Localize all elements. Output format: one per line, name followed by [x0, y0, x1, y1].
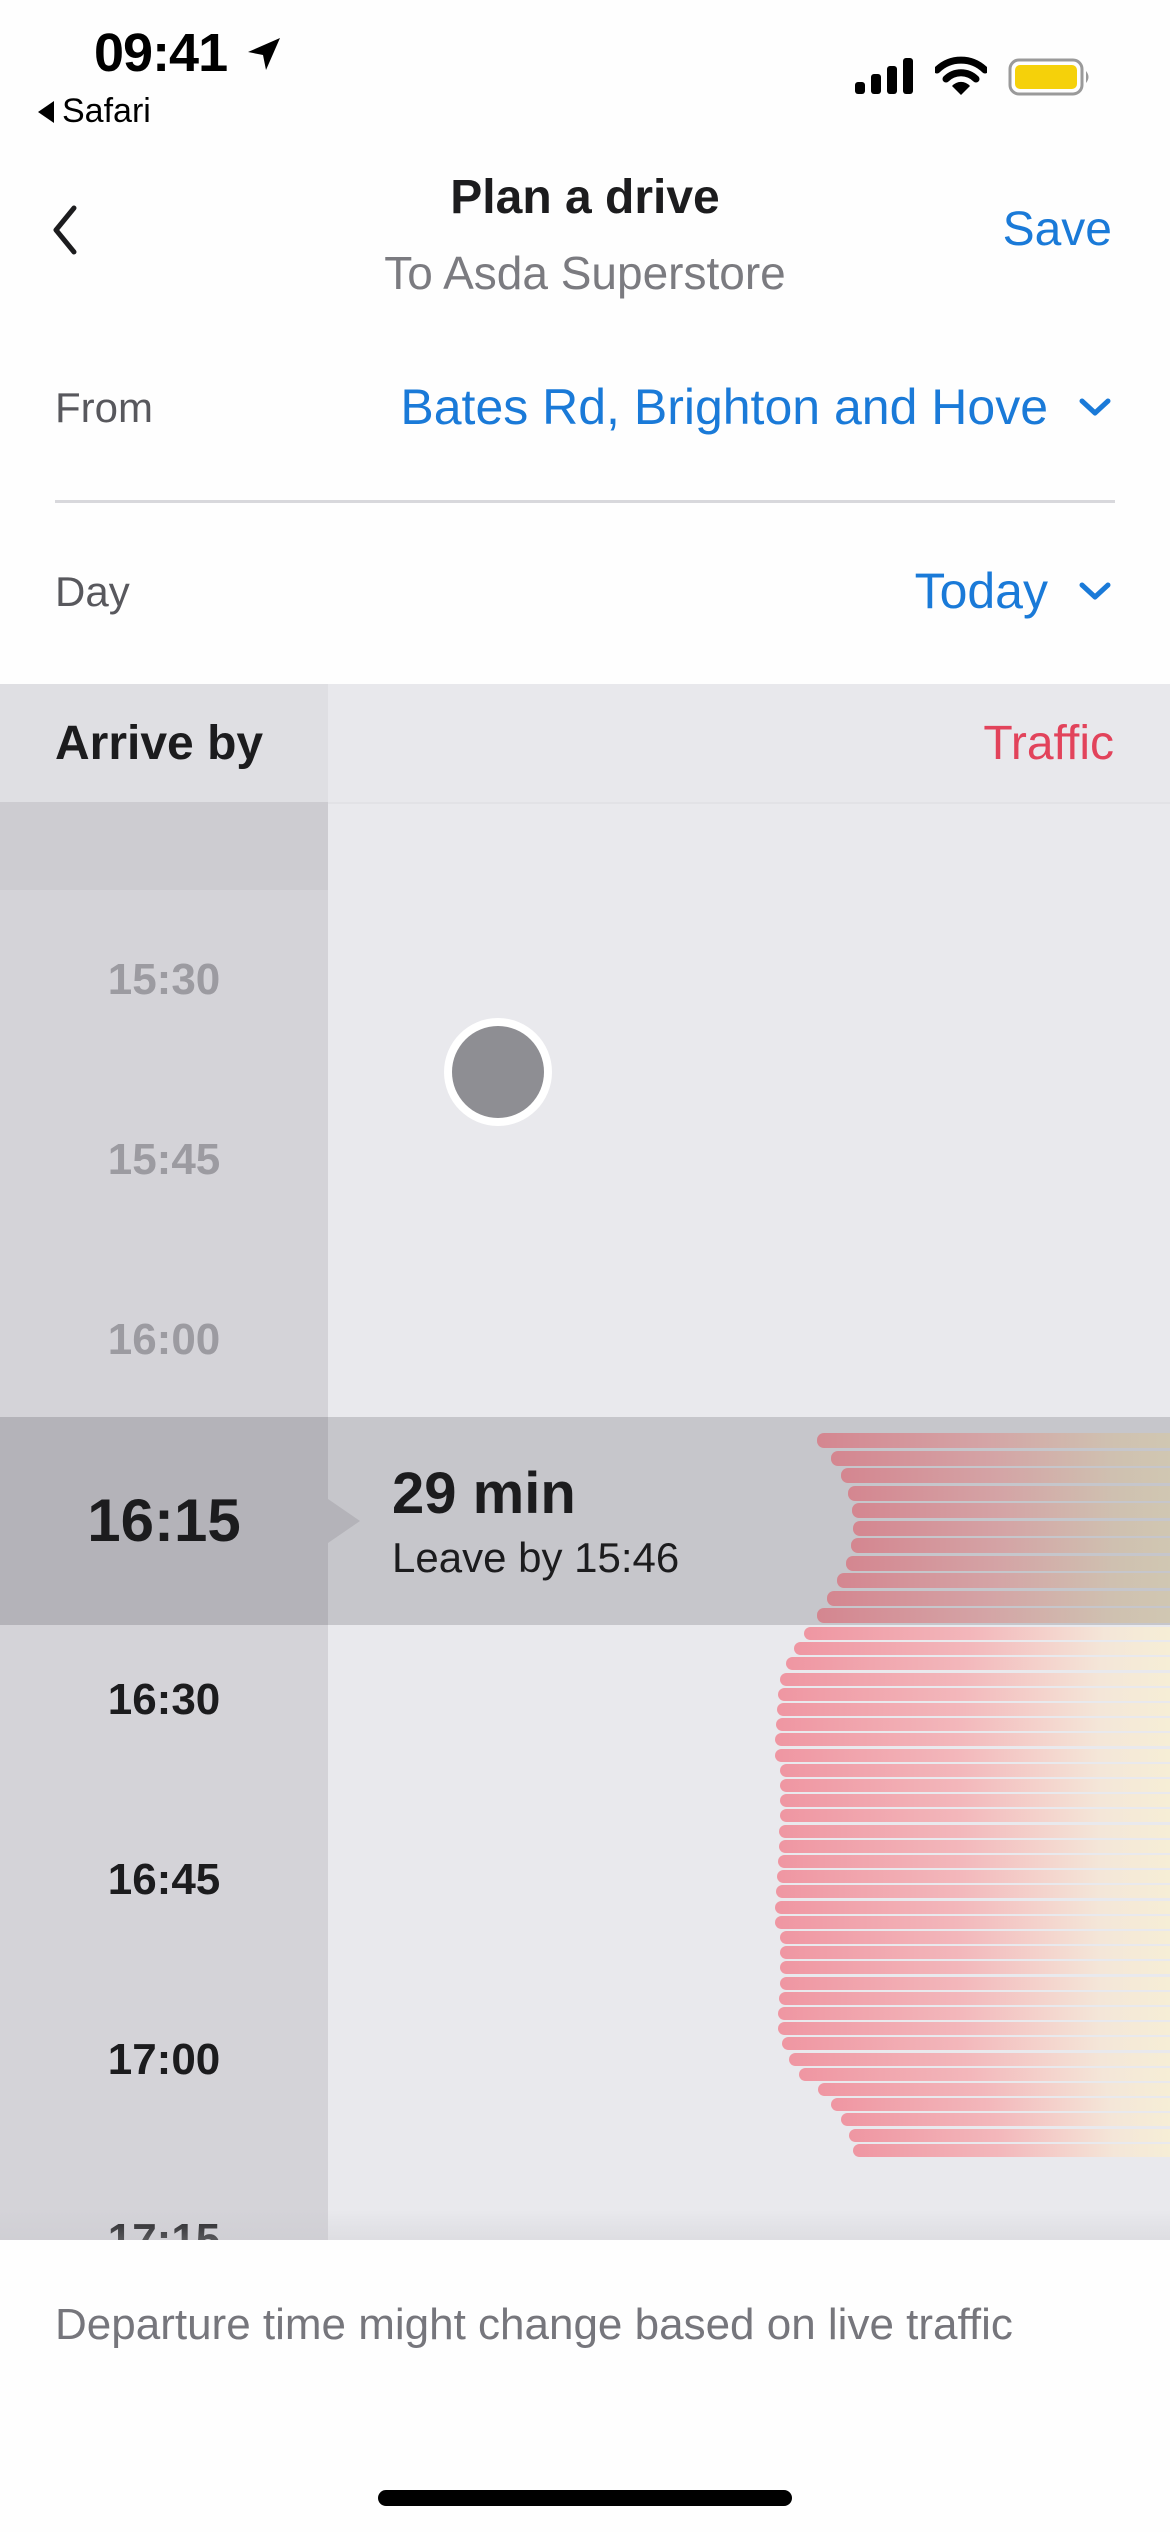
- traffic-bar: [780, 1672, 1170, 1686]
- traffic-bar: [777, 1687, 1170, 1701]
- scroll-fade: [0, 2210, 1170, 2240]
- traffic-bar: [776, 1870, 1170, 1884]
- traffic-bar: [818, 2083, 1170, 2096]
- day-select[interactable]: Today: [915, 562, 1112, 620]
- wifi-icon: [935, 56, 987, 95]
- back-triangle-icon: [38, 100, 54, 123]
- day-value-text: Today: [914, 563, 1048, 619]
- traffic-bar: [786, 1657, 1170, 1671]
- traffic-bar: [851, 1503, 1170, 1518]
- traffic-bar: [777, 2022, 1170, 2036]
- day-label: Day: [55, 568, 130, 615]
- chevron-down-icon: [1079, 582, 1111, 600]
- row-divider: [55, 500, 1115, 503]
- traffic-bar: [830, 1450, 1170, 1466]
- footer: Departure time might change based on liv…: [0, 2240, 1170, 2532]
- traffic-bar: [779, 1839, 1170, 1853]
- traffic-bar: [777, 1855, 1170, 1868]
- save-button[interactable]: Save: [1003, 202, 1112, 257]
- from-label: From: [55, 384, 153, 431]
- traffic-bar: [780, 1931, 1170, 1944]
- traffic-bar: [780, 1809, 1170, 1823]
- battery-icon: [1008, 58, 1089, 96]
- traffic-bar: [853, 2143, 1170, 2157]
- time-option[interactable]: 15:30: [0, 955, 328, 1005]
- selected-arrival-time[interactable]: 16:15: [0, 1486, 328, 1555]
- traffic-bar: [850, 1538, 1170, 1553]
- traffic-bar: [775, 1900, 1170, 1914]
- traffic-bar: [779, 1991, 1170, 2005]
- home-indicator[interactable]: [378, 2490, 792, 2506]
- time-option[interactable]: 15:45: [0, 1135, 328, 1185]
- from-select[interactable]: Bates Rd, Brighton and Hove: [400, 378, 1112, 436]
- page-title: Plan a drive: [450, 171, 720, 224]
- cellular-signal-icon: [855, 58, 913, 94]
- time-option[interactable]: 16:45: [0, 1855, 328, 1905]
- traffic-bar: [775, 1748, 1170, 1762]
- status-time: 09:41: [94, 23, 228, 83]
- traffic-bar: [849, 2128, 1170, 2142]
- time-option[interactable]: 16:00: [0, 1315, 328, 1365]
- traffic-bar: [780, 1946, 1170, 1960]
- traffic-bar: [798, 2067, 1170, 2081]
- traffic-bar: [779, 1824, 1170, 1838]
- traffic-bar: [781, 2037, 1170, 2051]
- back-app-label: Safari: [62, 92, 151, 130]
- traffic-bar: [777, 2007, 1170, 2020]
- traffic-bar: [817, 1433, 1170, 1448]
- traffic-bar: [780, 1763, 1170, 1777]
- location-arrow-icon: [248, 38, 280, 70]
- touch-indicator[interactable]: [444, 1018, 552, 1126]
- traffic-bar: [827, 1590, 1170, 1606]
- traffic-bar: [775, 1718, 1170, 1732]
- chevron-down-icon: [1079, 398, 1111, 416]
- traffic-bar: [840, 1468, 1170, 1483]
- traffic-bar: [780, 1794, 1170, 1808]
- traffic-bar: [853, 1520, 1170, 1536]
- traffic-bar: [775, 1885, 1170, 1899]
- time-option[interactable]: 16:30: [0, 1675, 328, 1725]
- traffic-bar: [780, 1961, 1170, 1975]
- traffic-bar: [789, 2052, 1170, 2066]
- traffic-bar: [837, 1573, 1170, 1588]
- traffic-bar: [775, 1915, 1170, 1929]
- traffic-bar: [776, 1703, 1170, 1716]
- time-option[interactable]: 17:00: [0, 2035, 328, 2085]
- leave-by-time: Leave by 15:46: [392, 1534, 680, 1581]
- traffic-bar: [830, 2098, 1170, 2112]
- arrival-time-picker[interactable]: Arrive by Traffic 15:30 15:45 16:00 16:15 16…: [0, 684, 1170, 2240]
- traffic-bar: [845, 1555, 1170, 1571]
- traffic-bar: [848, 1485, 1170, 1501]
- traffic-bar: [803, 1627, 1170, 1640]
- footer-note: Departure time might change based on liv…: [55, 2300, 1013, 2349]
- traffic-bar: [840, 2113, 1170, 2127]
- back-to-safari[interactable]: Safari: [38, 92, 151, 131]
- traffic-bar: [817, 1608, 1170, 1623]
- page-subtitle: To Asda Superstore: [384, 247, 786, 299]
- traffic-bar: [780, 1976, 1170, 1990]
- traffic-bar: [775, 1733, 1170, 1747]
- from-value-text: Bates Rd, Brighton and Hove: [400, 379, 1048, 435]
- traffic-bar: [780, 1779, 1170, 1792]
- traffic-bar: [793, 1642, 1170, 1656]
- trip-duration: 29 min: [392, 1461, 576, 1526]
- time-labels: 15:3015:4516:0016:1516:3016:4517:0017:15: [0, 684, 328, 2240]
